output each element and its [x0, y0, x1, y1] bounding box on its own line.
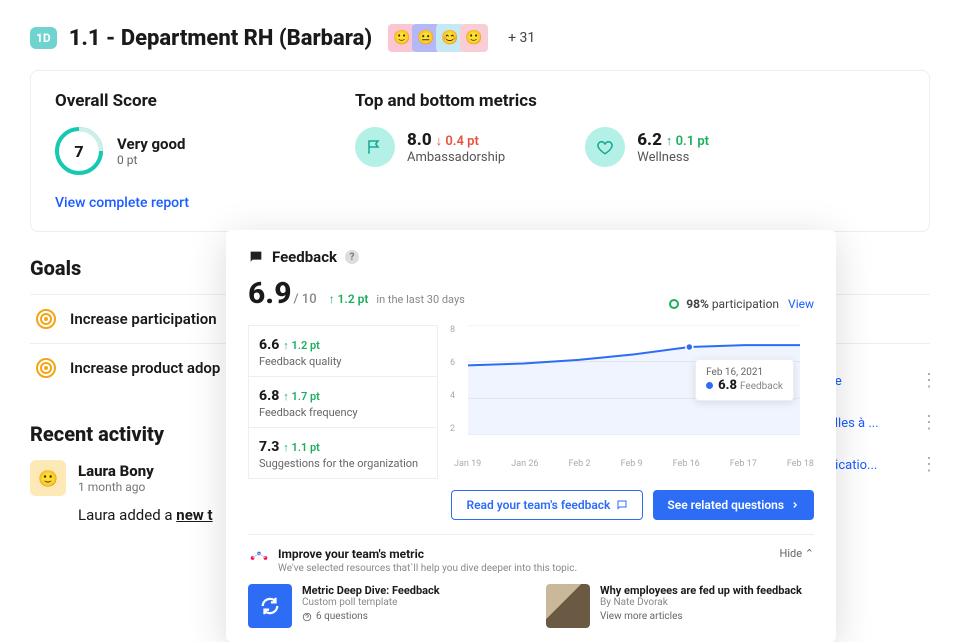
read-feedback-button[interactable]: Read your team's feedback [451, 490, 643, 520]
submetric-item[interactable]: 6.6↑ 1.2 ptFeedback quality [248, 325, 438, 377]
overall-score-delta: 0 pt [117, 153, 185, 167]
resource-meta-link[interactable]: View more articles [600, 611, 802, 622]
y-tick: 2 [450, 424, 455, 434]
feedback-period: in the last 30 days [376, 293, 464, 306]
more-icon[interactable]: ⋮ [920, 456, 938, 474]
target-icon [34, 356, 58, 380]
metric-ambassadorship[interactable]: 8.0 ↓ 0.4 pt Ambassadorship [355, 127, 505, 167]
feedback-score: 6.9 [248, 276, 292, 311]
list-item[interactable]: nicatio...⋮ [828, 444, 938, 486]
metric-value: 6.2 [637, 130, 662, 150]
y-tick: 6 [450, 358, 455, 368]
resource-title: Why employees are fed up with feedback [600, 584, 802, 597]
header-badge: 1D [30, 27, 57, 49]
participation-view-link[interactable]: View [788, 297, 814, 311]
target-icon [34, 307, 58, 331]
improve-section: Improve your team's metric We've selecte… [248, 534, 814, 628]
feedback-title: Feedback [272, 248, 337, 266]
metric-name: Wellness [637, 150, 709, 165]
avatar-stack[interactable]: 🙂 😐 😊 🙂 [392, 24, 488, 52]
avatar: 🙂 [30, 460, 66, 496]
overall-score-label: Very good [117, 135, 185, 153]
goal-label: Increase participation [70, 310, 217, 328]
resource-item[interactable]: Metric Deep Dive: Feedback Custom poll t… [248, 584, 516, 628]
feedback-panel: Feedback ? 6.9/ 10 ↑ 1.2 pt in the last … [226, 230, 836, 642]
submetric-list: 6.6↑ 1.2 ptFeedback quality 6.8↑ 1.7 ptF… [248, 325, 438, 478]
chevron-up-icon: ⌃ [805, 547, 814, 560]
overall-score-title: Overall Score [55, 91, 295, 111]
resource-subtitle: Custom poll template [302, 597, 440, 608]
submetric-item[interactable]: 6.8↑ 1.7 ptFeedback frequency [248, 376, 438, 428]
nodes-icon [248, 547, 270, 569]
metric-value: 8.0 [407, 130, 432, 150]
metric-name: Ambassadorship [407, 150, 505, 165]
avatar-overflow-count[interactable]: + 31 [508, 30, 535, 46]
related-questions-button[interactable]: See related questions [653, 490, 814, 520]
list-item[interactable]: elles à ...⋮ [828, 402, 938, 444]
more-icon[interactable]: ⋮ [920, 414, 938, 432]
flag-icon [355, 127, 395, 167]
page-header: 1D 1.1 - Department RH (Barbara) 🙂 😐 😊 🙂… [30, 24, 930, 52]
metrics-title: Top and bottom metrics [355, 91, 905, 111]
heart-icon [585, 127, 625, 167]
overview-card: Overall Score 7 Very good 0 pt View comp… [30, 70, 930, 232]
y-tick: 4 [450, 391, 455, 401]
help-icon[interactable]: ? [345, 250, 359, 264]
improve-title: Improve your team's metric [278, 547, 577, 561]
resource-meta: 6 questions [302, 611, 440, 622]
feedback-outof: / 10 [294, 292, 317, 307]
chat-icon [616, 499, 628, 511]
goal-label: Increase product adop [70, 359, 220, 377]
activity-time: 1 month ago [78, 480, 154, 494]
metric-delta-up: ↑ 0.1 pt [666, 134, 709, 149]
side-list: ee⋮ elles à ...⋮ nicatio...⋮ [828, 360, 938, 486]
resource-item[interactable]: Why employees are fed up with feedback B… [546, 584, 814, 628]
resource-title: Metric Deep Dive: Feedback [302, 584, 440, 597]
more-icon[interactable]: ⋮ [920, 372, 938, 390]
progress-ring-icon [669, 299, 679, 309]
submetric-item[interactable]: 7.3↑ 1.1 ptSuggestions for the organizat… [248, 427, 438, 479]
chat-icon [248, 249, 264, 265]
hide-toggle[interactable]: Hide ⌃ [779, 547, 814, 560]
resource-subtitle: By Nate Dvorak [600, 597, 802, 608]
metric-delta-down: ↓ 0.4 pt [436, 134, 479, 149]
dot-icon [706, 382, 713, 389]
feedback-change: ↑ 1.2 pt [329, 292, 369, 306]
article-thumbnail [546, 584, 590, 628]
activity-user[interactable]: Laura Bony [78, 462, 154, 480]
list-item[interactable]: ee⋮ [828, 360, 938, 402]
improve-subtitle: We've selected resources that`ll help yo… [278, 563, 577, 574]
metric-wellness[interactable]: 6.2 ↑ 0.1 pt Wellness [585, 127, 709, 167]
chevron-right-icon [790, 500, 800, 510]
refresh-icon [248, 584, 292, 628]
overall-score-ring: 7 [55, 127, 103, 175]
page-title: 1.1 - Department RH (Barbara) [69, 26, 372, 51]
help-icon [302, 612, 312, 622]
avatar: 🙂 [460, 24, 488, 52]
feedback-chart[interactable]: 8 6 4 2 Feb 16, 2021 6.8Feedback [454, 325, 814, 455]
activity-link[interactable]: new t [176, 506, 212, 524]
tooltip-date: Feb 16, 2021 [706, 367, 783, 378]
view-report-link[interactable]: View complete report [55, 195, 189, 211]
participation: 98% participation View [669, 297, 814, 311]
y-tick: 8 [450, 325, 455, 335]
chart-tooltip: Feb 16, 2021 6.8Feedback [695, 359, 794, 401]
x-axis-labels: Jan 19Jan 26Feb 2Feb 9Feb 16Feb 17Feb 18 [454, 459, 814, 469]
